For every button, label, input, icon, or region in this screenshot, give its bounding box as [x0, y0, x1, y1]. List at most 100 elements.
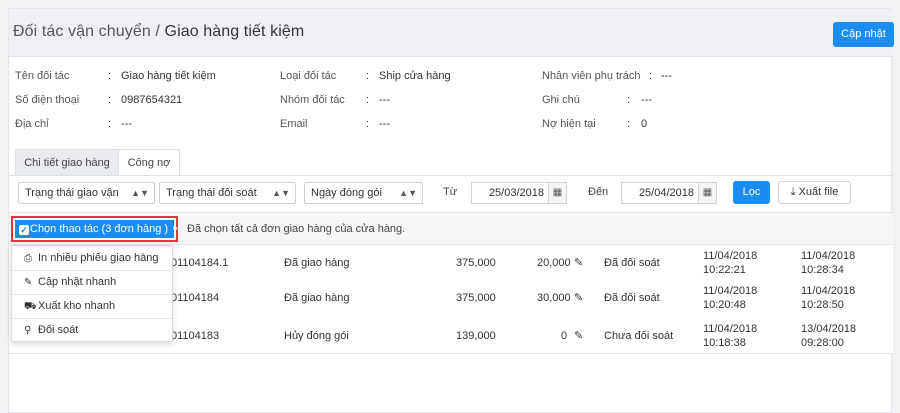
shipping-status-select[interactable]: Trạng thái giao vận ▲▼ [18, 182, 155, 204]
shipping-fee: 30,000 [537, 292, 571, 304]
info-colon: : [366, 118, 370, 130]
info-label: Nợ hiện tại [542, 118, 596, 130]
info-label: Số điện thoại [15, 94, 80, 106]
shipping-status: Đã giao hàng [284, 257, 350, 269]
created-date: 11/04/2018 [703, 285, 758, 297]
info-value: --- [121, 118, 132, 130]
info-label: Tên đối tác [15, 70, 70, 82]
select-value: Ngày đóng gói [311, 187, 382, 199]
info-label: Loại đối tác [280, 70, 337, 82]
select-value: Trạng thái đối soát [166, 187, 257, 199]
menu-item-label: Xuất kho nhanh [38, 300, 116, 312]
reconcile-status: Đã đối soát [604, 257, 660, 269]
printer-icon: ⎙ [24, 253, 32, 264]
title-separator: / [150, 23, 165, 40]
from-label: Từ [443, 186, 458, 198]
menu-item-quick-update[interactable]: ✎ Cập nhật nhanh [12, 270, 172, 294]
info-value: --- [661, 70, 672, 82]
info-label: Địa chỉ [15, 118, 49, 130]
created-date: 11/04/2018 [703, 250, 758, 262]
updown-arrow-icon: ▲▼ [399, 188, 417, 198]
updated-date: 11/04/2018 [801, 250, 856, 262]
order-code[interactable]: 01104184 [171, 292, 219, 304]
info-colon: : [366, 94, 370, 106]
update-button[interactable]: Cập nhật [833, 22, 894, 47]
title-main[interactable]: Đối tác vận chuyển [13, 23, 151, 40]
edit-icon: ✎ [24, 277, 33, 288]
info-value: Ship cửa hàng [379, 70, 451, 82]
info-colon: : [366, 70, 370, 82]
shipping-status: Đã giao hàng [284, 292, 350, 304]
menu-item-reconcile[interactable]: ⚲ Đối soát [12, 318, 172, 342]
pencil-icon[interactable]: ✎ [574, 256, 583, 269]
updated-date: 11/04/2018 [801, 285, 856, 297]
shipping-fee: 20,000 [537, 257, 571, 269]
page-header: Đối tác vận chuyển / Giao hàng tiết kiệm… [9, 9, 894, 57]
updated-time: 09:28:00 [801, 337, 844, 349]
info-colon: : [108, 70, 112, 82]
filter-button[interactable]: Lọc [733, 181, 770, 204]
to-label: Đến [588, 186, 609, 198]
info-value: 0987654321 [121, 94, 183, 106]
title-sub: Giao hàng tiết kiệm [164, 23, 305, 40]
pencil-icon[interactable]: ✎ [574, 291, 583, 304]
page-title: Đối tác vận chuyển / Giao hàng tiết kiệm [13, 23, 304, 41]
order-amount: 375,000 [456, 257, 496, 269]
info-label: Nhân viên phụ trách [542, 70, 641, 82]
created-date: 11/04/2018 [703, 323, 758, 335]
updated-date: 13/04/2018 [801, 323, 857, 335]
updated-time: 10:28:50 [801, 299, 844, 311]
info-value: --- [379, 118, 390, 130]
download-icon: ⤓ [790, 186, 796, 198]
menu-item-label: Đối soát [38, 324, 79, 336]
info-colon: : [649, 70, 653, 82]
choose-action-highlight[interactable]: ✓ Chọn thao tác (3 đơn hàng ) ▼ [11, 216, 179, 242]
reconcile-status: Chưa đối soát [604, 330, 674, 342]
info-value: --- [641, 94, 652, 106]
info-label: Email [280, 118, 308, 130]
reconcile-status: Đã đối soát [604, 292, 660, 304]
select-value: Trạng thái giao vận [25, 187, 119, 199]
checkbox-checked-icon[interactable]: ✓ [19, 225, 29, 235]
export-label: Xuất file [798, 186, 839, 198]
menu-item-quick-export[interactable]: ⛟Xuất kho nhanh [12, 294, 172, 318]
pack-date-select[interactable]: Ngày đóng gói ▲▼ [304, 182, 423, 204]
info-label: Ghi chú [542, 94, 580, 106]
created-time: 10:22:21 [703, 264, 746, 276]
date-value: 25/04/2018 [638, 187, 694, 199]
reconcile-status-select[interactable]: Trạng thái đối soát ▲▼ [159, 182, 296, 204]
from-date-input[interactable]: 25/03/2018 ▦ [471, 182, 567, 204]
menu-item-print[interactable]: ⎙ In nhiều phiếu giao hàng [12, 246, 172, 270]
calendar-icon[interactable]: ▦ [548, 183, 566, 203]
search-icon: ⚲ [24, 325, 32, 336]
filter-bar: Trạng thái giao vận ▲▼ Trạng thái đối so… [9, 176, 893, 212]
order-code[interactable]: 01104183 [171, 330, 219, 342]
info-value: --- [379, 94, 390, 106]
menu-item-label: In nhiều phiếu giao hàng [38, 252, 159, 264]
action-dropdown-menu: ⎙ In nhiều phiếu giao hàng ✎ Cập nhật nhan… [11, 245, 173, 342]
to-date-input[interactable]: 25/04/2018 ▦ [621, 182, 717, 204]
calendar-icon[interactable]: ▦ [698, 183, 716, 203]
order-amount: 139,000 [456, 330, 496, 342]
created-time: 10:18:38 [703, 337, 746, 349]
info-value: Giao hàng tiết kiệm [121, 70, 216, 82]
updown-arrow-icon: ▲▼ [272, 188, 290, 198]
shipping-fee: 0 [561, 330, 568, 342]
shipping-status: Hủy đóng gói [284, 330, 349, 342]
tab-shipping-detail[interactable]: Chi tiết giao hàng [15, 149, 119, 176]
info-colon: : [627, 94, 631, 106]
export-button[interactable]: ⤓ Xuất file [778, 181, 851, 204]
select-all-message: Đã chọn tất cả đơn giao hàng của cửa hàn… [187, 223, 406, 235]
choose-action-label: Chọn thao tác (3 đơn hàng ) [30, 223, 169, 235]
tab-debt[interactable]: Công nợ [118, 149, 180, 176]
bulk-action-bar: ✓ Chọn thao tác (3 đơn hàng ) ▼ Đã chọn t… [9, 212, 893, 245]
order-code[interactable]: 01104184.1 [171, 257, 228, 269]
info-colon: : [108, 118, 112, 130]
caret-down-icon: ▼ [171, 225, 180, 234]
pencil-icon[interactable]: ✎ [574, 329, 583, 342]
info-value: 0 [641, 118, 648, 130]
truck-icon: ⛟ [24, 301, 37, 312]
info-colon: : [108, 94, 112, 106]
created-time: 10:20:48 [703, 299, 746, 311]
choose-action-button[interactable]: ✓ Chọn thao tác (3 đơn hàng ) ▼ [15, 220, 179, 238]
